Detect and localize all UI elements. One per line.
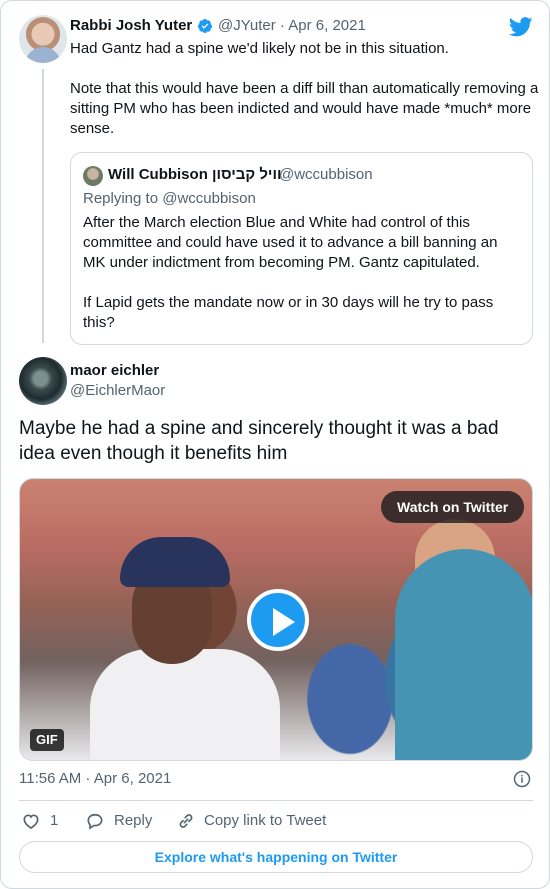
parent-handle[interactable]: @JYuter [218,17,276,34]
divider [19,800,533,801]
quoted-tweet-text: After the March election Blue and White … [83,214,498,331]
gif-media[interactable]: Watch on Twitter GIF [19,478,533,761]
reply-label: Reply [114,812,153,829]
quoted-tweet[interactable]: Will Cubbison וויל קביסון @wccubbison Re… [70,152,533,345]
avatar-maor[interactable] [19,357,67,405]
tweet-timestamp[interactable]: 11:56 AM · Apr 6, 2021 [19,770,171,787]
tweet-text: Maybe he had a spine and sincerely thoug… [19,418,499,464]
info-icon[interactable] [513,770,531,788]
parent-author-name[interactable]: Rabbi Josh Yuter [70,17,192,34]
verified-badge-icon [197,19,212,33]
quoted-replying-to: Replying to @wccubbison [83,190,256,207]
play-triangle-icon [273,608,295,636]
tweet-embed-card: Rabbi Josh Yuter @JYuter · Apr 6, 2021 H… [0,0,550,889]
quoted-handle: @wccubbison [279,166,373,183]
like-button[interactable]: 1 [21,811,71,831]
play-button-icon[interactable] [247,589,309,651]
reply-bubble-icon [87,813,103,830]
copy-link-label: Copy link to Tweet [204,812,327,829]
author-handle[interactable]: @EichlerMaor [70,382,165,399]
twitter-bird-icon[interactable] [509,17,533,37]
parent-tweet-text: Had Gantz had a spine we'd likely not be… [70,40,539,137]
parent-handle-date[interactable]: @JYuter · Apr 6, 2021 [218,17,366,34]
explore-button[interactable]: Explore what's happening on Twitter [19,841,533,873]
watch-on-twitter-button[interactable]: Watch on Twitter [381,491,525,523]
author-name[interactable]: maor eichler [70,362,159,379]
separator-dot: · [275,17,289,34]
parent-date[interactable]: Apr 6, 2021 [288,17,366,34]
like-count: 1 [50,812,59,829]
thread-connector-line [42,69,44,343]
heart-icon [23,814,39,830]
reply-button[interactable]: Reply [85,811,165,831]
link-icon [179,814,193,828]
quoted-author-name: Will Cubbison וויל קביסון [108,166,282,183]
copy-link-button[interactable]: Copy link to Tweet [176,811,336,831]
avatar-cubbison [83,166,103,186]
avatar-yuter[interactable] [19,15,67,63]
gif-badge: GIF [30,729,64,751]
